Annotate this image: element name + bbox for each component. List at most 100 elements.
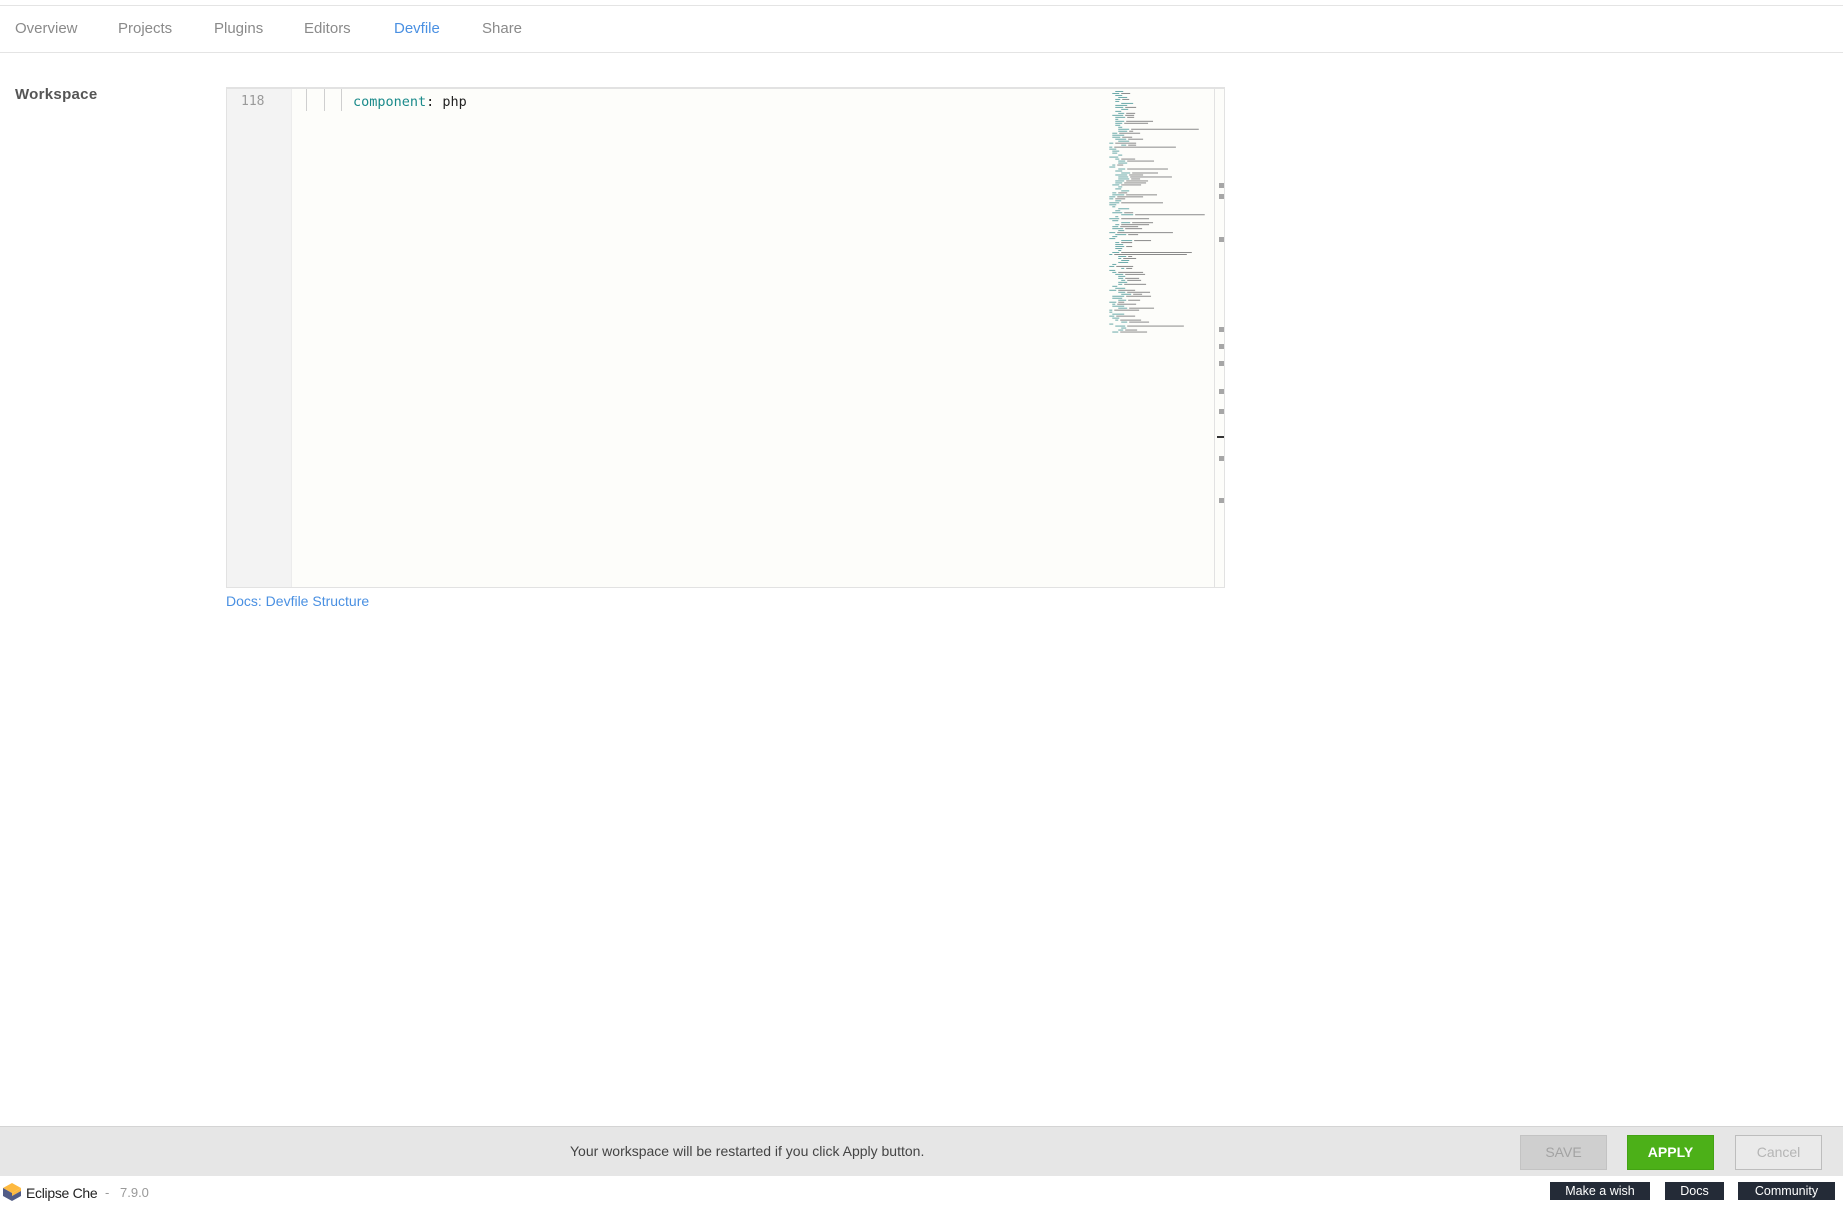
minimap-line <box>1109 309 1113 311</box>
docs-devfile-structure-link[interactable]: Docs: Devfile Structure <box>226 593 369 609</box>
indent-guide <box>341 89 342 111</box>
save-button[interactable]: SAVE <box>1520 1135 1607 1170</box>
minimap-line <box>1118 301 1125 303</box>
minimap-line <box>1117 196 1144 198</box>
minimap-line <box>1118 208 1130 210</box>
minimap-line <box>1115 122 1123 124</box>
minimap-line <box>1109 232 1116 234</box>
minimap-line <box>1121 214 1134 216</box>
tab-projects[interactable]: Projects <box>118 20 172 37</box>
minimap-line <box>1124 122 1149 124</box>
scroll-marker <box>1219 183 1224 188</box>
minimap-line <box>1121 158 1136 160</box>
minimap-line <box>1127 325 1184 327</box>
scroll-marker <box>1219 409 1224 414</box>
minimap-line <box>1121 242 1133 244</box>
minimap-line <box>1109 204 1117 206</box>
minimap-line <box>1121 172 1131 174</box>
minimap-line <box>1133 293 1143 295</box>
minimap-line <box>1115 94 1123 96</box>
tab-overview[interactable]: Overview <box>15 20 78 37</box>
minimap-line <box>1129 174 1144 176</box>
minimap-line <box>1125 273 1146 275</box>
minimap-line <box>1121 202 1163 204</box>
minimap-line <box>1109 301 1117 303</box>
minimap-line <box>1115 174 1128 176</box>
make-a-wish-button[interactable]: Make a wish <box>1550 1182 1650 1200</box>
tab-plugins[interactable]: Plugins <box>214 20 263 37</box>
minimap-line <box>1112 305 1125 307</box>
version-separator: - <box>105 1185 110 1200</box>
minimap-line <box>1115 273 1124 275</box>
minimap-line <box>1109 146 1113 148</box>
minimap-line <box>1115 170 1123 172</box>
minimap-line <box>1123 257 1137 259</box>
minimap-line <box>1126 180 1149 182</box>
minimap-line <box>1112 313 1125 315</box>
minimap-line <box>1109 315 1115 317</box>
minimap-line <box>1121 224 1150 226</box>
editor-minimap[interactable] <box>1107 89 1212 587</box>
minimap-line <box>1121 267 1125 269</box>
minimap-line <box>1115 244 1124 246</box>
minimap-line <box>1121 321 1128 323</box>
minimap-line <box>1117 303 1137 305</box>
minimap-line <box>1125 106 1137 108</box>
minimap-line <box>1118 257 1122 259</box>
minimap-line <box>1129 130 1134 132</box>
community-button[interactable]: Community <box>1738 1182 1835 1200</box>
line-number-gutter: 118 <box>227 89 292 587</box>
apply-button[interactable]: APPLY <box>1627 1135 1714 1170</box>
minimap-line <box>1126 295 1152 297</box>
minimap-line <box>1121 240 1133 242</box>
minimap-line <box>1118 230 1125 232</box>
minimap-line <box>1129 307 1155 309</box>
eclipse-che-logo-icon[interactable] <box>2 1182 22 1202</box>
minimap-line <box>1126 194 1158 196</box>
minimap-line <box>1127 160 1155 162</box>
minimap-line <box>1124 283 1147 285</box>
code-line[interactable]: component: php <box>353 94 467 110</box>
tab-editors[interactable]: Editors <box>304 20 351 37</box>
footer-bar: Your workspace will be restarted if you … <box>0 1126 1843 1176</box>
minimap-line <box>1118 112 1125 114</box>
minimap-line <box>1115 90 1124 92</box>
minimap-line <box>1109 142 1114 144</box>
minimap-line <box>1121 184 1142 186</box>
editor-scrollbar[interactable] <box>1214 89 1224 587</box>
status-bar: Eclipse Che - 7.9.0 Make a wish Docs Com… <box>0 1176 1843 1206</box>
minimap-line <box>1119 132 1141 134</box>
minimap-line <box>1118 255 1127 257</box>
minimap-line <box>1115 120 1125 122</box>
minimap-line <box>1115 216 1119 218</box>
minimap-line <box>1109 166 1116 168</box>
minimap-line <box>1125 277 1140 279</box>
minimap-line <box>1122 136 1133 138</box>
minimap-line <box>1121 279 1126 281</box>
minimap-line <box>1117 232 1173 234</box>
minimap-line <box>1112 303 1116 305</box>
minimap-line <box>1124 182 1147 184</box>
minimap-line <box>1132 172 1159 174</box>
docs-button[interactable]: Docs <box>1665 1182 1724 1200</box>
minimap-line <box>1118 176 1129 178</box>
minimap-line <box>1118 154 1123 156</box>
tab-devfile[interactable]: Devfile <box>394 20 440 37</box>
minimap-line <box>1118 192 1128 194</box>
minimap-line <box>1118 271 1144 273</box>
minimap-line <box>1109 269 1116 271</box>
minimap-line <box>1118 178 1130 180</box>
minimap-line <box>1118 283 1123 285</box>
minimap-line <box>1109 254 1113 255</box>
cancel-button[interactable]: Cancel <box>1735 1135 1822 1170</box>
scroll-marker <box>1219 498 1224 503</box>
minimap-line <box>1122 98 1130 100</box>
minimap-line <box>1115 287 1126 289</box>
minimap-line <box>1112 114 1124 116</box>
minimap-line <box>1121 327 1127 329</box>
minimap-line <box>1112 132 1118 134</box>
minimap-line <box>1112 263 1117 265</box>
minimap-line <box>1128 234 1139 236</box>
tab-share[interactable]: Share <box>482 20 522 37</box>
devfile-editor[interactable]: 118 component: php <box>226 87 1225 588</box>
